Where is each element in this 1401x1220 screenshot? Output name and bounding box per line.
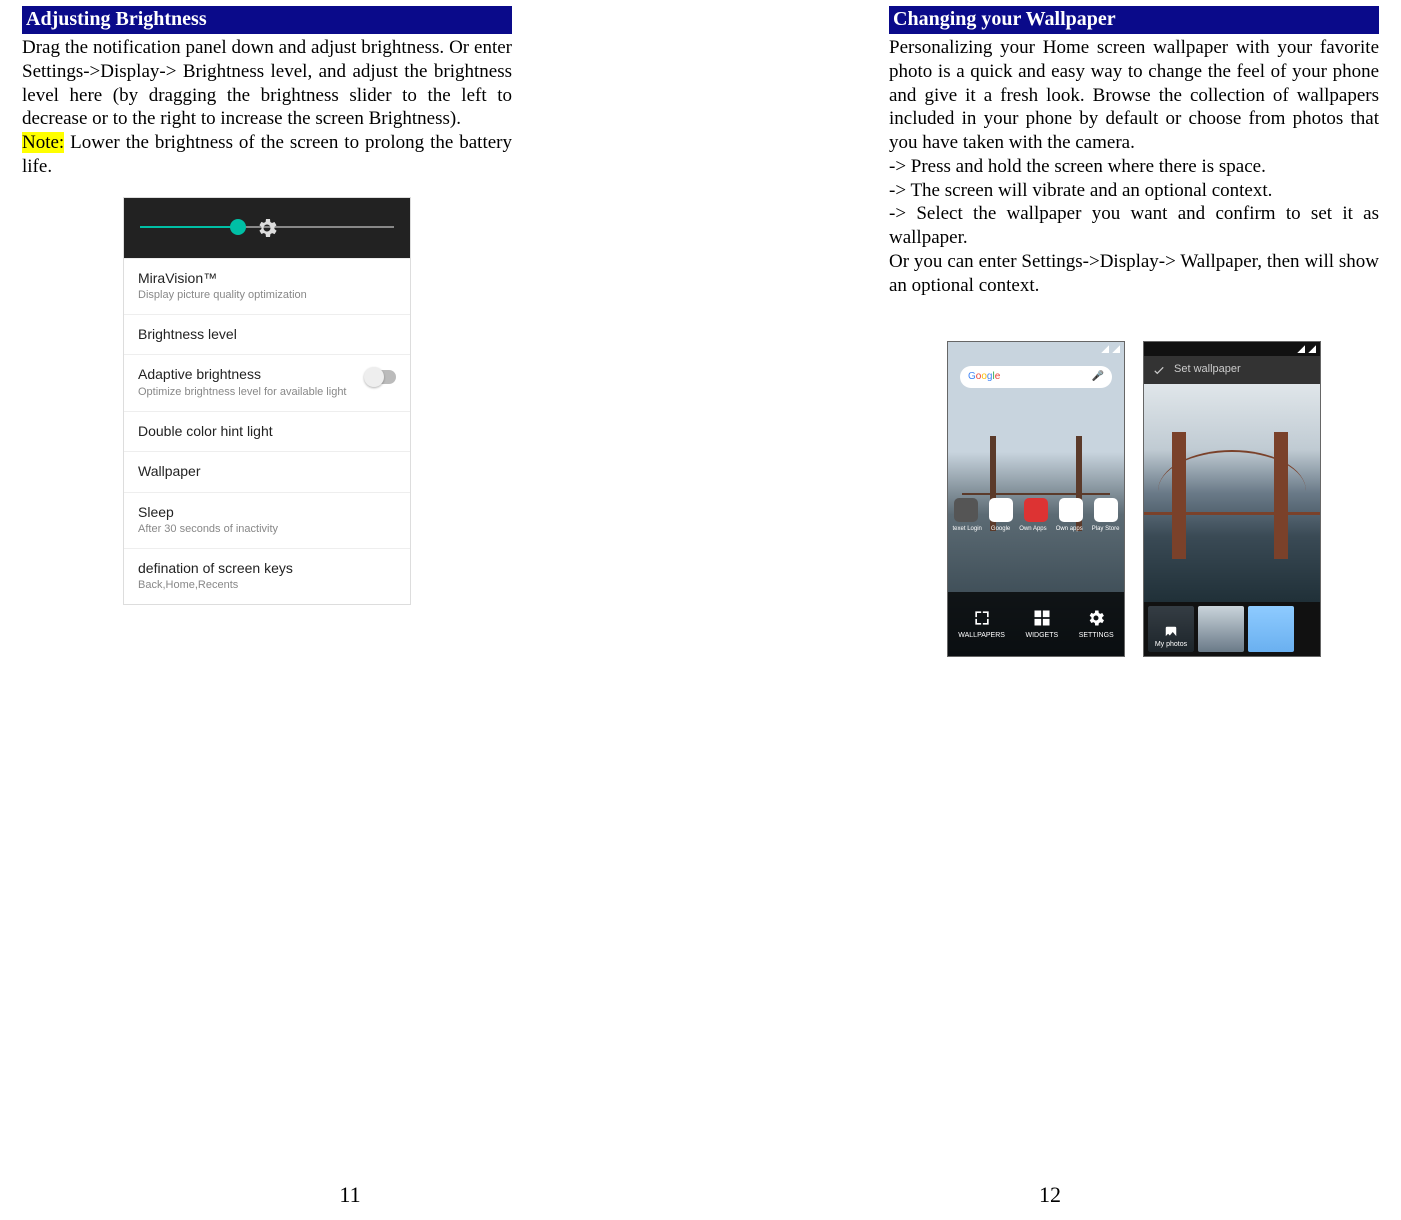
mic-icon[interactable]: 🎤 xyxy=(1092,371,1104,384)
photo-icon xyxy=(1164,625,1178,639)
brightness-slider-area[interactable] xyxy=(124,198,410,258)
button-label: WALLPAPERS xyxy=(958,632,1005,641)
wallpaper-step-1: -> Press and hold the screen where there… xyxy=(889,155,1379,179)
row-wallpaper[interactable]: Wallpaper xyxy=(124,451,410,492)
row-title: Sleep xyxy=(138,504,396,522)
gear-icon xyxy=(1086,608,1106,628)
slider-thumb[interactable] xyxy=(230,219,246,235)
section-header-wallpaper: Changing your Wallpaper xyxy=(889,6,1379,34)
brightness-instructions: Drag the notification panel down and adj… xyxy=(22,36,512,131)
thumb-wallpaper-3[interactable] xyxy=(1248,606,1294,652)
row-miravision[interactable]: MiraVision™ Display picture quality opti… xyxy=(124,258,410,314)
row-title: defination of screen keys xyxy=(138,560,396,578)
check-icon xyxy=(1152,363,1166,377)
app-icon-own1[interactable] xyxy=(1024,498,1048,522)
row-title: Double color hint light xyxy=(138,423,396,441)
row-sub: Optimize brightness level for available … xyxy=(138,386,347,400)
row-screen-keys[interactable]: defination of screen keys Back,Home,Rece… xyxy=(124,548,410,604)
row-sub: Display picture quality optimization xyxy=(138,289,396,303)
app-label: Play Store xyxy=(1092,526,1120,534)
wallpaper-preview[interactable] xyxy=(1144,384,1320,602)
app-icon-google[interactable] xyxy=(989,498,1013,522)
slider-fill xyxy=(140,226,235,228)
row-sub: After 30 seconds of inactivity xyxy=(138,523,396,537)
section-header-brightness: Adjusting Brightness xyxy=(22,6,512,34)
app-row xyxy=(948,498,1124,522)
wallpaper-icon xyxy=(972,608,992,628)
note-label: Note: xyxy=(22,132,64,153)
widgets-icon xyxy=(1032,608,1052,628)
row-sleep[interactable]: Sleep After 30 seconds of inactivity xyxy=(124,492,410,548)
widgets-button[interactable]: WIDGETS xyxy=(1025,608,1058,641)
row-title: Brightness level xyxy=(138,326,396,344)
wallpaper-step-3: -> Select the wallpaper you want and con… xyxy=(889,202,1379,250)
status-bar xyxy=(1144,342,1320,356)
toggle-adaptive[interactable] xyxy=(366,370,396,384)
settings-button[interactable]: SETTINGS xyxy=(1079,608,1114,641)
phone-display-settings: MiraVision™ Display picture quality opti… xyxy=(123,197,411,606)
page-number-right: 12 xyxy=(700,1181,1400,1209)
thumb-label: My photos xyxy=(1155,641,1187,650)
row-sub: Back,Home,Recents xyxy=(138,579,396,593)
button-label: WIDGETS xyxy=(1025,632,1058,641)
wallpaper-thumbnails: My photos xyxy=(1144,602,1320,656)
row-title: Wallpaper xyxy=(138,463,396,481)
wallpapers-button[interactable]: WALLPAPERS xyxy=(958,608,1005,641)
app-label: Own Apps xyxy=(1019,526,1046,534)
wallpaper-step-2: -> The screen will vibrate and an option… xyxy=(889,179,1379,203)
app-labels: texet Login Google Own Apps Own apps Pla… xyxy=(948,526,1124,534)
app-label: Own apps xyxy=(1056,526,1083,534)
set-wallpaper-label: Set wallpaper xyxy=(1174,363,1241,377)
app-icon-playstore[interactable] xyxy=(1094,498,1118,522)
row-adaptive-brightness[interactable]: Adaptive brightness Optimize brightness … xyxy=(124,354,410,410)
phone-home-longpress: Google 🎤 texet Login Google Own Apps Own… xyxy=(947,341,1125,657)
wallpaper-alt: Or you can enter Settings->Display-> Wal… xyxy=(889,250,1379,298)
set-wallpaper-bar[interactable]: Set wallpaper xyxy=(1144,356,1320,384)
phone-set-wallpaper: Set wallpaper My photos xyxy=(1143,341,1321,657)
row-title: MiraVision™ xyxy=(138,270,396,288)
brightness-note: Note: Lower the brightness of the screen… xyxy=(22,131,512,179)
button-label: SETTINGS xyxy=(1079,632,1114,641)
note-text: Lower the brightness of the screen to pr… xyxy=(22,132,512,177)
google-search-bar[interactable]: Google 🎤 xyxy=(960,366,1112,388)
row-double-color[interactable]: Double color hint light xyxy=(124,411,410,452)
google-logo: Google xyxy=(968,371,1000,384)
thumb-wallpaper-2[interactable] xyxy=(1198,606,1244,652)
app-icon-own2[interactable] xyxy=(1059,498,1083,522)
wallpaper-intro: Personalizing your Home screen wallpaper… xyxy=(889,36,1379,155)
longpress-menu: WALLPAPERS WIDGETS SETTINGS xyxy=(948,592,1124,656)
row-brightness-level[interactable]: Brightness level xyxy=(124,314,410,355)
app-icon-texet[interactable] xyxy=(954,498,978,522)
app-label: texet Login xyxy=(953,526,982,534)
gear-icon xyxy=(255,216,279,240)
page-number-left: 11 xyxy=(0,1181,700,1209)
app-label: Google xyxy=(991,526,1010,534)
row-title: Adaptive brightness xyxy=(138,366,347,384)
thumb-my-photos[interactable]: My photos xyxy=(1148,606,1194,652)
